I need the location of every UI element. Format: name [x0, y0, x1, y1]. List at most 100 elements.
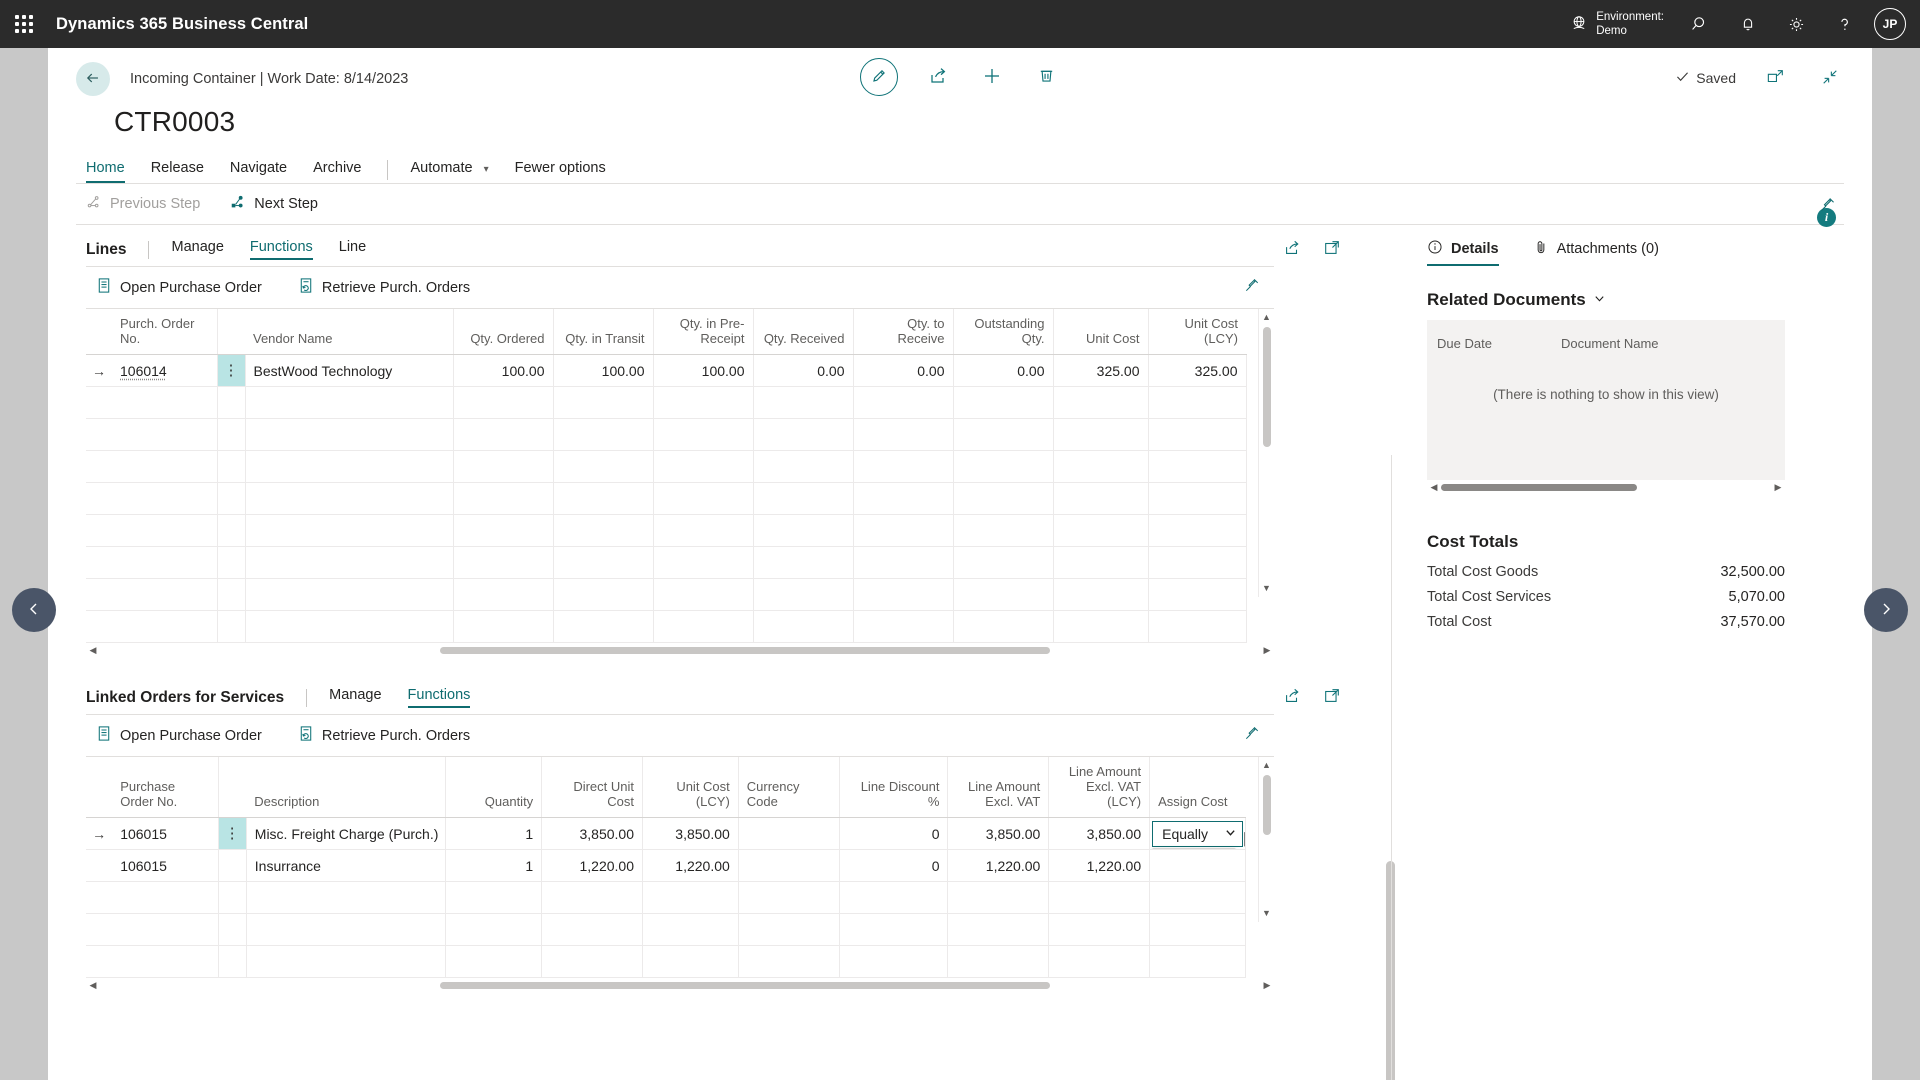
- row-menu-button[interactable]: [217, 386, 246, 419]
- row-menu-button[interactable]: [217, 450, 246, 483]
- lo-th-currency-code[interactable]: Currency Code: [738, 757, 840, 818]
- empty-cell[interactable]: [653, 418, 754, 451]
- lines-cell-vendor-name[interactable]: BestWood Technology: [245, 354, 454, 387]
- empty-cell[interactable]: [453, 610, 554, 643]
- lo-th-line-discount-pct[interactable]: Line Discount %: [839, 757, 949, 818]
- empty-cell[interactable]: [245, 482, 454, 515]
- lines-cell-unit-cost[interactable]: 325.00: [1053, 354, 1149, 387]
- lines-row-menu-button[interactable]: ⋮: [217, 354, 246, 387]
- table-row[interactable]: [86, 514, 1247, 547]
- chevron-down-icon[interactable]: [1593, 290, 1606, 310]
- empty-cell[interactable]: [112, 610, 218, 643]
- open-new-window-button[interactable]: [1762, 64, 1790, 92]
- lo-hscroll-thumb[interactable]: [440, 981, 1050, 989]
- empty-cell[interactable]: [453, 450, 554, 483]
- empty-cell[interactable]: [653, 610, 754, 643]
- empty-cell[interactable]: [445, 881, 543, 914]
- linked-orders-open-purchase-order-button[interactable]: Open Purchase Order: [96, 725, 262, 746]
- empty-cell[interactable]: [753, 514, 854, 547]
- share-icon[interactable]: [1283, 687, 1301, 708]
- save-status[interactable]: Saved: [1675, 69, 1736, 87]
- tab-automate[interactable]: Automate ▾: [410, 156, 488, 183]
- next-record-button[interactable]: [1864, 588, 1908, 632]
- waffle-menu-button[interactable]: [0, 0, 48, 48]
- empty-cell[interactable]: [853, 418, 954, 451]
- empty-cell[interactable]: [853, 514, 954, 547]
- scroll-right-icon[interactable]: ▶: [1771, 482, 1785, 493]
- lines-horizontal-scrollbar[interactable]: ◀ ▶: [86, 643, 1274, 657]
- lines-open-purchase-order-button[interactable]: Open Purchase Order: [96, 277, 262, 298]
- back-button[interactable]: [76, 62, 110, 96]
- previous-step-button[interactable]: Previous Step: [86, 194, 200, 214]
- row-menu-button[interactable]: [217, 514, 246, 547]
- empty-cell[interactable]: [953, 418, 1054, 451]
- lo-cell-assign-cost[interactable]: Equally Equally By Quantity By Weight By…: [1149, 817, 1246, 850]
- dropdown-option-equally[interactable]: Equally: [1153, 849, 1235, 850]
- empty-cell[interactable]: [839, 945, 949, 978]
- empty-cell[interactable]: [112, 546, 218, 579]
- empty-cell[interactable]: [753, 386, 854, 419]
- lo-cell-line-amount-excl-vat[interactable]: 1,220.00: [947, 849, 1050, 882]
- empty-cell[interactable]: [653, 386, 754, 419]
- lines-cell-unit-cost-lcy[interactable]: 325.00: [1148, 354, 1247, 387]
- empty-cell[interactable]: [112, 913, 219, 946]
- empty-cell[interactable]: [1148, 386, 1247, 419]
- empty-cell[interactable]: [245, 578, 454, 611]
- collapse-button[interactable]: [1816, 64, 1844, 92]
- empty-cell[interactable]: [453, 546, 554, 579]
- lines-cell-qty-in-pre-receipt[interactable]: 100.00: [653, 354, 754, 387]
- linked-orders-tab-manage[interactable]: Manage: [329, 687, 381, 708]
- table-row[interactable]: [86, 482, 1247, 515]
- empty-cell[interactable]: [953, 450, 1054, 483]
- empty-cell[interactable]: [947, 913, 1050, 946]
- empty-cell[interactable]: [738, 945, 840, 978]
- lines-cell-purch-order-no[interactable]: 106014: [112, 354, 218, 387]
- lines-cell-qty-ordered[interactable]: 100.00: [453, 354, 554, 387]
- empty-cell[interactable]: [245, 514, 454, 547]
- empty-cell[interactable]: [953, 514, 1054, 547]
- help-button[interactable]: [1820, 0, 1868, 48]
- lo-hscroll-track[interactable]: [100, 981, 1260, 989]
- lines-tab-line[interactable]: Line: [339, 239, 366, 260]
- empty-cell[interactable]: [453, 386, 554, 419]
- lines-th-outstanding-qty[interactable]: Outstanding Qty.: [953, 309, 1054, 355]
- table-row[interactable]: [86, 418, 1247, 451]
- empty-cell[interactable]: [553, 418, 654, 451]
- lines-th-qty-received[interactable]: Qty. Received: [753, 309, 854, 355]
- empty-cell[interactable]: [953, 386, 1054, 419]
- empty-cell[interactable]: [1053, 450, 1149, 483]
- lo-th-quantity[interactable]: Quantity: [445, 757, 543, 818]
- scroll-up-icon[interactable]: ▲: [1262, 761, 1271, 770]
- empty-cell[interactable]: [1048, 881, 1151, 914]
- empty-cell[interactable]: [1053, 386, 1149, 419]
- lines-th-unit-cost-lcy[interactable]: Unit Cost (LCY): [1148, 309, 1246, 355]
- lines-cell-qty-to-receive[interactable]: 0.00: [853, 354, 954, 387]
- empty-cell[interactable]: [1053, 514, 1149, 547]
- empty-cell[interactable]: [853, 610, 954, 643]
- lo-cell-line-discount-pct[interactable]: 0: [839, 849, 949, 882]
- empty-cell[interactable]: [112, 482, 218, 515]
- empty-cell[interactable]: [753, 450, 854, 483]
- lines-vertical-scrollbar[interactable]: ▲ ▼: [1258, 309, 1274, 597]
- empty-cell[interactable]: [947, 945, 1050, 978]
- lo-cell-unit-cost-lcy[interactable]: 3,850.00: [642, 817, 739, 850]
- lo-cell-direct-unit-cost[interactable]: 1,220.00: [541, 849, 643, 882]
- empty-cell[interactable]: [853, 546, 954, 579]
- lo-cell-currency-code[interactable]: [738, 817, 840, 850]
- empty-cell[interactable]: [1148, 482, 1247, 515]
- empty-cell[interactable]: [853, 450, 954, 483]
- lo-cell-description[interactable]: Insurrance: [246, 849, 447, 882]
- lo-th-line-amount-excl-vat-lcy[interactable]: Line Amount Excl. VAT (LCY): [1048, 757, 1151, 818]
- share-button[interactable]: [924, 63, 952, 91]
- tab-release[interactable]: Release: [151, 156, 204, 183]
- empty-cell[interactable]: [246, 913, 447, 946]
- linked-orders-tab-functions[interactable]: Functions: [407, 687, 470, 708]
- lines-cell-qty-received[interactable]: 0.00: [753, 354, 854, 387]
- row-menu-button[interactable]: [217, 418, 246, 451]
- empty-cell[interactable]: [112, 514, 218, 547]
- empty-cell[interactable]: [445, 913, 543, 946]
- empty-cell[interactable]: [1149, 913, 1246, 946]
- tab-navigate[interactable]: Navigate: [230, 156, 287, 183]
- fewer-options-button[interactable]: Fewer options: [515, 156, 606, 183]
- empty-cell[interactable]: [642, 945, 739, 978]
